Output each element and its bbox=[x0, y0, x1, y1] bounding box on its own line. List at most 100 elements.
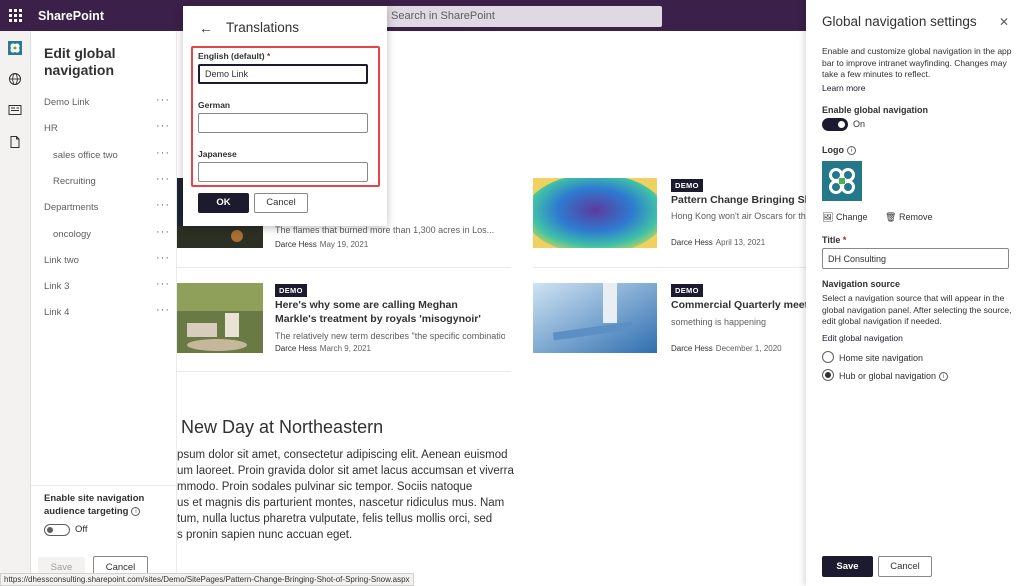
divider bbox=[31, 485, 176, 486]
article-body: psum dolor sit amet, consectetur adipisc… bbox=[177, 449, 514, 541]
nav-item-label: Recruiting bbox=[53, 176, 96, 187]
info-icon[interactable]: i bbox=[847, 146, 856, 156]
audience-targeting-toggle[interactable] bbox=[44, 524, 70, 536]
navigation-source-label: Navigation source bbox=[822, 279, 901, 289]
nav-item-label: sales office two bbox=[53, 150, 118, 161]
nav-item-label: Link 4 bbox=[44, 307, 70, 318]
navigation-source-description: Select a navigation source that will app… bbox=[822, 293, 1012, 326]
news-byline: Darce Hess March 9, 2021 bbox=[275, 344, 371, 353]
nav-item[interactable]: Link 3 ··· bbox=[44, 278, 170, 292]
nav-item-label: Departments bbox=[44, 202, 99, 213]
hub-navigation-radio[interactable] bbox=[822, 369, 834, 381]
site-logo-image bbox=[822, 161, 862, 201]
save-button[interactable]: Save bbox=[822, 556, 873, 577]
status-bar-url: https://dhessconsulting.sharepoint.com/s… bbox=[0, 573, 414, 586]
hub-option-label: Hub or global navigation i bbox=[839, 371, 949, 382]
article-heading: New Day at Northeastern bbox=[181, 417, 384, 437]
more-options-icon[interactable]: ··· bbox=[156, 199, 170, 211]
learn-more-link[interactable]: Learn more bbox=[822, 83, 865, 93]
news-thumbnail bbox=[177, 283, 263, 353]
intro-text: Enable and customize global navigation i… bbox=[822, 46, 1012, 79]
news-description: The flames that burned more than 1,300 a… bbox=[275, 225, 495, 235]
german-input[interactable] bbox=[198, 113, 368, 133]
nav-item-label: Link two bbox=[44, 255, 79, 266]
news-description: something is happening bbox=[671, 317, 767, 327]
news-byline: Darce Hess May 19, 2021 bbox=[275, 240, 369, 249]
cancel-button[interactable]: Cancel bbox=[254, 193, 308, 213]
trash-icon: 🗑 bbox=[885, 212, 897, 222]
english-label: English (default) * bbox=[198, 51, 271, 61]
back-arrow-icon[interactable]: ← bbox=[199, 20, 213, 36]
site-logo-icon[interactable] bbox=[8, 41, 22, 55]
title-input[interactable]: DH Consulting bbox=[822, 248, 1009, 269]
nav-item-label: Link 3 bbox=[44, 281, 70, 292]
info-icon[interactable]: i bbox=[939, 372, 949, 382]
more-options-icon[interactable]: ··· bbox=[156, 173, 170, 185]
remove-logo-button[interactable]: 🗑 Remove bbox=[885, 212, 932, 223]
nav-item[interactable]: Recruiting ··· bbox=[53, 173, 170, 187]
more-options-icon[interactable]: ··· bbox=[156, 120, 170, 132]
globe-icon[interactable] bbox=[8, 72, 22, 86]
more-options-icon[interactable]: ··· bbox=[156, 252, 170, 264]
nav-item[interactable]: Demo Link ··· bbox=[44, 94, 170, 108]
news-thumbnail bbox=[533, 283, 657, 353]
news-thumbnail bbox=[533, 178, 657, 248]
file-icon[interactable] bbox=[8, 135, 22, 149]
german-label: German bbox=[198, 100, 231, 110]
news-description: The relatively new term describes "the s… bbox=[275, 331, 505, 341]
dialog-title: Translations bbox=[226, 20, 300, 35]
audience-targeting-label: Enable site navigation audience targetin… bbox=[44, 493, 145, 517]
panel-title: Global navigation settings bbox=[822, 14, 977, 29]
demo-badge: DEMO bbox=[275, 284, 307, 297]
more-options-icon[interactable]: ··· bbox=[156, 147, 170, 159]
nav-item-label: HR bbox=[44, 123, 58, 134]
more-options-icon[interactable]: ··· bbox=[156, 226, 170, 238]
nav-item[interactable]: sales office two ··· bbox=[53, 147, 170, 161]
divider bbox=[533, 267, 806, 268]
edit-navigation-panel: Edit global navigation Demo Link ··· HR ···… bbox=[31, 31, 177, 586]
change-logo-button[interactable]: 🖼 Change bbox=[822, 212, 867, 223]
news-byline: Darce Hess December 1, 2020 bbox=[671, 344, 782, 353]
nav-item[interactable]: oncology ··· bbox=[53, 226, 170, 240]
nav-item-label: Demo Link bbox=[44, 97, 90, 108]
demo-badge: DEMO bbox=[671, 179, 703, 192]
logo-label: Logo i bbox=[822, 145, 856, 156]
nav-item[interactable]: Departments ··· bbox=[44, 199, 170, 213]
more-options-icon[interactable]: ··· bbox=[156, 94, 170, 106]
japanese-input[interactable] bbox=[198, 162, 368, 182]
more-options-icon[interactable]: ··· bbox=[156, 278, 170, 290]
search-input[interactable]: Search in SharePoint bbox=[381, 6, 662, 27]
nav-item[interactable]: HR ··· bbox=[44, 120, 170, 134]
news-title[interactable]: Commercial Quarterly meetin bbox=[671, 298, 806, 312]
news-title[interactable]: Here's why some are calling Meghan Markl… bbox=[275, 298, 500, 326]
global-navigation-settings-panel: Global navigation settings ✕ Enable and … bbox=[806, 0, 1024, 586]
more-options-icon[interactable]: ··· bbox=[156, 304, 170, 316]
brand-name[interactable]: SharePoint bbox=[38, 9, 104, 23]
nav-item[interactable]: Link two ··· bbox=[44, 252, 170, 266]
app-bar bbox=[0, 31, 31, 586]
app-launcher-icon[interactable] bbox=[9, 9, 22, 22]
enable-label: Enable global navigation bbox=[822, 105, 929, 115]
nav-item[interactable]: Link 4 ··· bbox=[44, 304, 170, 318]
cancel-button[interactable]: Cancel bbox=[878, 556, 932, 577]
nav-item-label: oncology bbox=[53, 229, 92, 240]
info-icon[interactable]: i bbox=[131, 506, 141, 516]
title-label: Title * bbox=[822, 235, 847, 245]
toggle-state-label: Off bbox=[75, 524, 88, 535]
toggle-state-label: On bbox=[853, 119, 866, 129]
image-icon: 🖼 bbox=[822, 212, 834, 222]
edit-global-navigation-link[interactable]: Edit global navigation bbox=[822, 333, 903, 343]
news-icon[interactable] bbox=[8, 103, 22, 117]
home-site-radio[interactable] bbox=[822, 351, 834, 363]
news-description: Hong Kong won't air Oscars for the bbox=[671, 211, 806, 221]
japanese-label: Japanese bbox=[198, 149, 237, 159]
divider bbox=[177, 267, 511, 268]
close-icon[interactable]: ✕ bbox=[999, 15, 1009, 29]
panel-title: Edit global navigation bbox=[44, 45, 116, 78]
news-title[interactable]: Pattern Change Bringing Sho bbox=[671, 193, 806, 207]
home-site-option-label: Home site navigation bbox=[839, 353, 924, 363]
english-input[interactable] bbox=[198, 64, 368, 84]
ok-button[interactable]: OK bbox=[198, 193, 249, 213]
enable-global-navigation-toggle[interactable] bbox=[822, 118, 848, 131]
demo-badge: DEMO bbox=[671, 284, 703, 297]
